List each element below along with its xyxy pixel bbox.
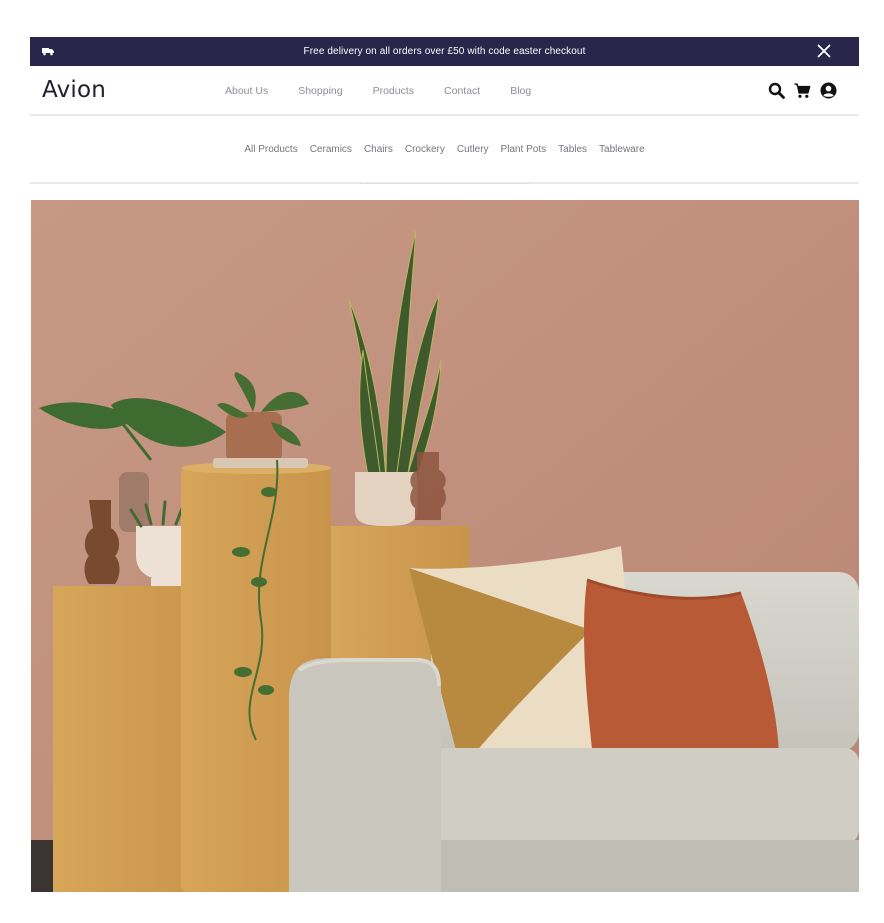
page-frame: Free delivery on all orders over £50 wit… — [30, 37, 859, 184]
truck-icon — [42, 48, 54, 56]
search-icon[interactable] — [768, 82, 785, 99]
living-room-illustration — [31, 200, 859, 892]
user-icon[interactable] — [820, 82, 837, 99]
nav-link-blog[interactable]: Blog — [510, 85, 531, 97]
category-all-products[interactable]: All Products — [244, 144, 297, 155]
category-plant-pots[interactable]: Plant Pots — [501, 144, 547, 155]
close-icon[interactable] — [817, 44, 831, 58]
category-cutlery[interactable]: Cutlery — [457, 144, 489, 155]
cart-icon[interactable] — [794, 82, 811, 99]
category-tables[interactable]: Tables — [558, 144, 587, 155]
nav-link-shopping[interactable]: Shopping — [298, 85, 342, 97]
category-tableware[interactable]: Tableware — [599, 144, 645, 155]
hero-image — [31, 200, 859, 892]
category-ceramics[interactable]: Ceramics — [310, 144, 352, 155]
announcement-text: Free delivery on all orders over £50 wit… — [303, 46, 586, 57]
site-header: Avion About Us Shopping Products Contact… — [30, 66, 859, 116]
category-chairs[interactable]: Chairs — [364, 144, 393, 155]
site-logo[interactable]: Avion — [42, 77, 106, 103]
main-nav: About Us Shopping Products Contact Blog — [225, 85, 561, 97]
divider — [360, 183, 530, 185]
header-icons — [768, 82, 837, 99]
nav-link-contact[interactable]: Contact — [444, 85, 480, 97]
category-bar: All Products Ceramics Chairs Crockery Cu… — [30, 116, 859, 184]
category-crockery[interactable]: Crockery — [405, 144, 445, 155]
nav-link-about-us[interactable]: About Us — [225, 85, 268, 97]
nav-link-products[interactable]: Products — [373, 85, 414, 97]
announcement-bar: Free delivery on all orders over £50 wit… — [30, 37, 859, 66]
